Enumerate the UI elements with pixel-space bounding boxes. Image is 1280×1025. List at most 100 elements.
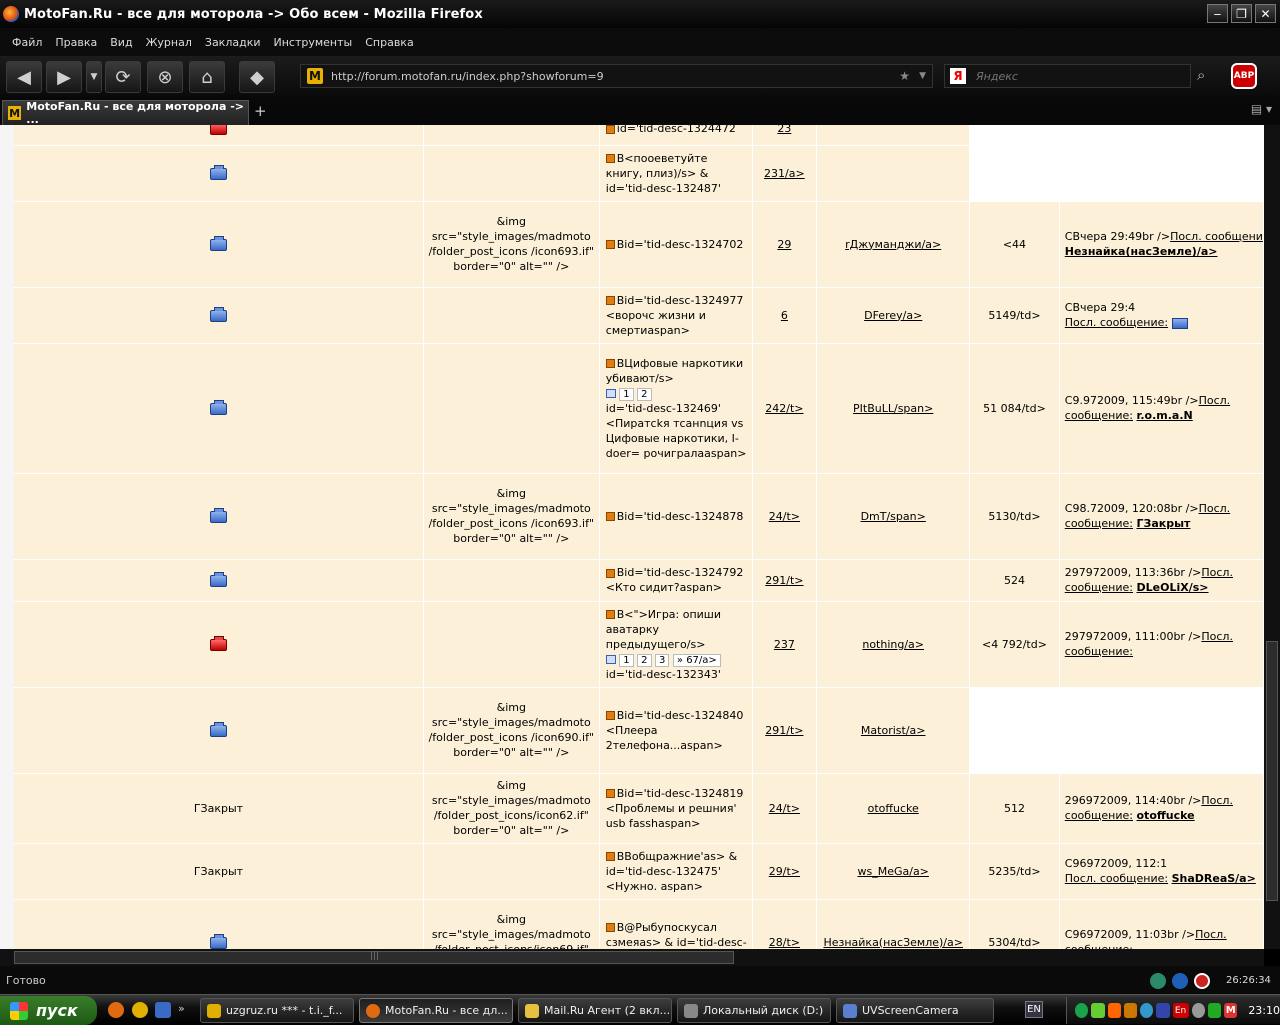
firefox-quicklaunch-icon[interactable] (108, 1002, 124, 1018)
author-link[interactable]: nothing/a> (862, 638, 924, 651)
tray-icq-icon[interactable] (1075, 1003, 1089, 1018)
last-post-link[interactable]: Посл. (1201, 794, 1233, 807)
tray-globe-icon[interactable] (1140, 1003, 1154, 1018)
last-poster-name[interactable]: ShaDReaS/a> (1172, 872, 1256, 885)
author-link[interactable]: otoffucke (868, 802, 919, 815)
author-link[interactable]: Matorist/a> (861, 724, 926, 737)
language-indicator[interactable]: EN (1025, 1001, 1043, 1018)
tray-shield-icon[interactable] (1207, 1003, 1222, 1018)
page-link[interactable]: 1 (619, 653, 634, 667)
replies-link[interactable]: 291/t> (765, 724, 803, 737)
menu-file[interactable]: Файл (12, 36, 42, 49)
minimize-button[interactable]: ‒ (1207, 4, 1228, 23)
task-uvscreencamera[interactable]: UVScreenCamera (836, 998, 994, 1023)
last-poster-name[interactable]: r.o.m.a.N (1137, 409, 1193, 422)
menu-history[interactable]: Журнал (146, 36, 192, 49)
page-link[interactable]: » 67/a> (672, 653, 721, 667)
last-post-label[interactable]: сообщение: (1065, 645, 1133, 658)
topic-title-cell[interactable]: Bid='tid-desc-1324819 <Проблемы и решния… (599, 773, 753, 844)
tray-network-icon[interactable] (1156, 1003, 1170, 1018)
replies-link[interactable]: 6 (781, 309, 788, 322)
bookmark-star-icon[interactable]: ★ (899, 69, 910, 83)
menu-bookmarks[interactable]: Закладки (205, 36, 261, 49)
task-motofan[interactable]: MotoFan.Ru - все дл... (359, 998, 513, 1023)
home-button[interactable]: ⌂ (189, 61, 225, 93)
search-bar[interactable]: Я (944, 64, 1191, 88)
replies-link[interactable]: 29/t> (769, 865, 800, 878)
close-button[interactable]: ✕ (1255, 4, 1276, 23)
start-button[interactable]: пуск (0, 996, 97, 1025)
topic-title[interactable]: Bid='tid-desc-1324702 (617, 238, 744, 251)
author-link[interactable]: Незнайка(насЗемле)/a> (823, 936, 963, 949)
skype-icon[interactable] (1172, 973, 1188, 989)
yandex-icon[interactable]: Я (950, 68, 966, 84)
quicklaunch-more-icon[interactable]: » (178, 1002, 188, 1018)
reload-button[interactable]: ⟳ (105, 61, 141, 93)
author-link[interactable]: DmT/span> (861, 510, 926, 523)
last-post-label[interactable]: Посл. сообщение: (1065, 316, 1168, 329)
last-poster-name[interactable]: Незнайка(насЗемле)/a> (1065, 245, 1218, 258)
tray-lang-icon[interactable]: En (1172, 1003, 1189, 1018)
tray-flower-icon[interactable] (1091, 1003, 1105, 1018)
topic-title[interactable]: ВВобщражние'as> & id='tid-desc-132475' <… (606, 850, 738, 893)
url-dropdown-icon[interactable]: ▼ (919, 71, 926, 81)
menu-help[interactable]: Справка (365, 36, 413, 49)
topic-title-cell[interactable]: id='tid-desc-1324472 (599, 125, 753, 146)
topic-title-cell[interactable]: В@Рыбупоскусал сзмеяas> & id='tid-desc-1… (599, 899, 753, 950)
topic-title[interactable]: В<пооеветуйте книгу, плиз)/s> & id='tid-… (606, 152, 721, 195)
last-poster-name[interactable]: ГЗакрыт (1137, 517, 1191, 530)
replies-link[interactable]: 242/t> (765, 402, 803, 415)
desktop-quicklaunch-icon[interactable] (155, 1002, 171, 1018)
tab-motofan[interactable]: M MotoFan.Ru - все для моторола -> ... (2, 100, 249, 126)
last-post-link[interactable]: Посл. сообщени (1170, 230, 1262, 243)
topic-title-cell[interactable]: ВЦифовые наркотики убивают/s> 1 2 id='tid… (599, 343, 753, 474)
menu-view[interactable]: Вид (110, 36, 132, 49)
search-magnifier-icon[interactable]: ⌕ (1197, 66, 1205, 84)
replies-link[interactable]: 291/t> (765, 574, 803, 587)
last-post-label[interactable]: сообщение: (1065, 409, 1133, 422)
task-uzgruz[interactable]: uzgruz.ru *** - t.i._f... (200, 998, 354, 1023)
horizontal-scrollbar[interactable]: ||| (0, 949, 1264, 966)
url-text[interactable]: http://forum.motofan.ru/index.php?showfo… (331, 70, 604, 83)
tray-player-icon[interactable] (1107, 1003, 1121, 1018)
last-post-label[interactable]: сообщение: (1065, 517, 1133, 530)
page-link[interactable]: 3 (655, 653, 670, 667)
topic-title-cell[interactable]: Bid='tid-desc-1324878 (599, 473, 753, 560)
last-post-label[interactable]: Посл. сообщение: (1065, 872, 1168, 885)
author-link[interactable]: PItBuLL/span> (853, 402, 933, 415)
back-button[interactable]: ◀ (6, 61, 42, 93)
topic-title[interactable]: В<">Игра: опиши аватарку предыдущего/s> (606, 608, 721, 651)
adblock-button[interactable]: ABP (1231, 63, 1257, 89)
topic-title-cell[interactable]: Bid='tid-desc-1324792 <Кто сидит?aspan> (599, 559, 753, 602)
replies-link[interactable]: 231/a> (764, 167, 805, 180)
topic-title-cell[interactable]: Bid='tid-desc-1324702 (599, 201, 753, 288)
last-post-link[interactable]: Посл. (1199, 502, 1231, 515)
replies-link[interactable]: 29 (777, 238, 791, 251)
tab-list-icon[interactable]: ▤ ▾ (1251, 102, 1272, 116)
agent-quicklaunch-icon[interactable] (132, 1002, 148, 1018)
restore-button[interactable]: ❐ (1231, 4, 1252, 23)
last-post-link[interactable]: Посл. (1199, 394, 1231, 407)
page-link[interactable]: 2 (637, 387, 652, 401)
status-addon-icon[interactable] (1150, 973, 1166, 989)
search-input[interactable] (976, 69, 1176, 83)
topic-title[interactable]: Bid='tid-desc-1324977 <ворочс жизни и см… (606, 294, 744, 337)
topic-title-cell[interactable]: В<">Игра: опиши аватарку предыдущего/s> … (599, 601, 753, 688)
task-mailru-agent[interactable]: Mail.Ru Агент (2 вкл... (518, 998, 672, 1023)
topic-title[interactable]: В@Рыбупоскусал сзмеяas> & id='tid-desc-1… (606, 921, 747, 950)
topic-title[interactable]: Bid='tid-desc-1324840 <Плеера 2телефона.… (606, 709, 744, 752)
url-bar[interactable]: M http://forum.motofan.ru/index.php?show… (300, 64, 933, 88)
stop-button[interactable]: ⊗ (147, 61, 183, 93)
replies-link[interactable]: 28/t> (769, 936, 800, 949)
author-link[interactable]: rДжуманджи/a> (845, 238, 941, 251)
topic-title-cell[interactable]: ВВобщражние'as> & id='tid-desc-132475' <… (599, 843, 753, 900)
replies-link[interactable]: 24/t> (769, 802, 800, 815)
page-link[interactable]: 2 (637, 653, 652, 667)
menu-tools[interactable]: Инструменты (274, 36, 353, 49)
forward-button[interactable]: ▶ (46, 61, 82, 93)
last-post-label[interactable]: сообщение: (1065, 581, 1133, 594)
page-link[interactable]: 1 (619, 387, 634, 401)
last-post-link[interactable]: Посл. (1201, 566, 1233, 579)
topic-title[interactable]: Bid='tid-desc-1324819 <Проблемы и решния… (606, 787, 744, 830)
last-post-link[interactable]: Посл. (1201, 630, 1233, 643)
